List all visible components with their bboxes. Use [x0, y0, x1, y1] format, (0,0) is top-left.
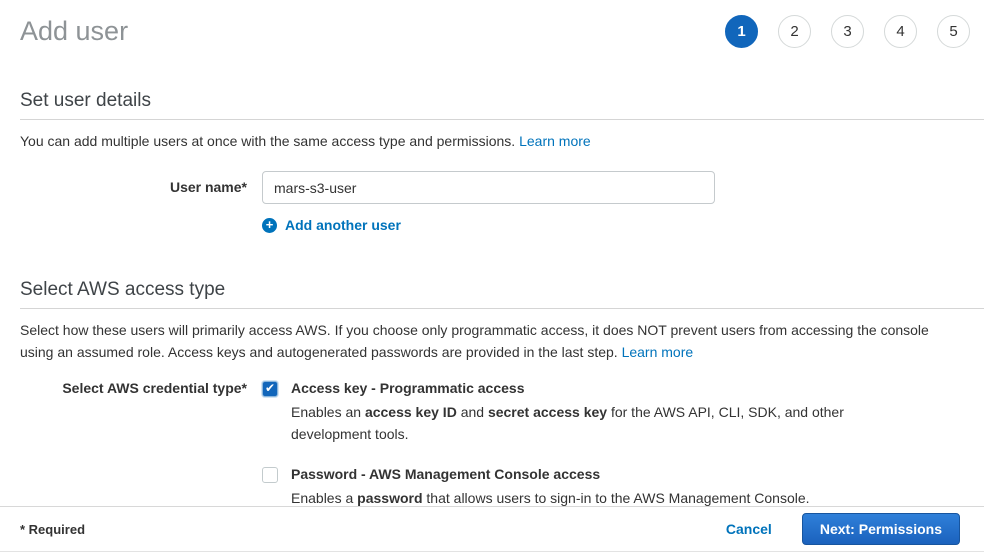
credential-type-row: Select AWS credential type* Access key -… [0, 380, 984, 509]
access-key-option-body: Access key - Programmatic access Enables… [291, 380, 849, 445]
username-row: User name* [0, 171, 984, 204]
step-number: 4 [896, 23, 904, 40]
username-control [262, 171, 715, 204]
step-indicator-3: 3 [831, 15, 864, 48]
password-option-body: Password - AWS Management Console access… [291, 466, 810, 509]
wizard-footer: * Required Cancel Next: Permissions [0, 506, 984, 552]
add-user-page: Add user 1 2 3 4 5 Set user details You … [0, 0, 984, 556]
user-details-intro: You can add multiple users at once with … [20, 130, 964, 152]
option-password: Password - AWS Management Console access… [262, 466, 849, 509]
user-details-intro-text: You can add multiple users at once with … [20, 133, 519, 149]
required-note: * Required [20, 522, 85, 537]
section-heading-access-type: Select AWS access type [20, 279, 984, 309]
step-indicator-5: 5 [937, 15, 970, 48]
option-access-key: Access key - Programmatic access Enables… [262, 380, 849, 445]
step-number: 2 [790, 23, 798, 40]
step-number: 1 [737, 23, 745, 40]
access-type-intro: Select how these users will primarily ac… [20, 319, 964, 363]
learn-more-link-access-type[interactable]: Learn more [622, 344, 694, 360]
credential-type-label: Select AWS credential type* [0, 380, 247, 397]
page-header: Add user 1 2 3 4 5 [0, 0, 984, 48]
password-checkbox[interactable] [262, 467, 278, 483]
username-input[interactable] [262, 171, 715, 204]
access-key-checkbox[interactable] [262, 381, 278, 397]
access-key-option-title[interactable]: Access key - Programmatic access [291, 380, 849, 397]
access-type-intro-text: Select how these users will primarily ac… [20, 322, 929, 360]
learn-more-link-user-details[interactable]: Learn more [519, 133, 591, 149]
add-another-user-label: Add another user [285, 217, 401, 233]
step-number: 5 [949, 23, 957, 40]
wizard-steps: 1 2 3 4 5 [725, 15, 970, 48]
page-title: Add user [20, 15, 128, 48]
next-permissions-button[interactable]: Next: Permissions [802, 513, 960, 545]
footer-actions: Cancel Next: Permissions [726, 513, 960, 545]
username-label: User name* [0, 179, 247, 196]
step-indicator-1: 1 [725, 15, 758, 48]
step-indicator-4: 4 [884, 15, 917, 48]
step-indicator-2: 2 [778, 15, 811, 48]
credential-options: Access key - Programmatic access Enables… [262, 380, 849, 509]
add-another-user-button[interactable]: + Add another user [262, 217, 984, 233]
cancel-button[interactable]: Cancel [726, 521, 772, 537]
access-key-option-description: Enables an access key ID and secret acce… [291, 401, 849, 445]
plus-circle-icon: + [262, 218, 277, 233]
step-number: 3 [843, 23, 851, 40]
section-heading-user-details: Set user details [20, 90, 984, 120]
password-option-title[interactable]: Password - AWS Management Console access [291, 466, 810, 483]
